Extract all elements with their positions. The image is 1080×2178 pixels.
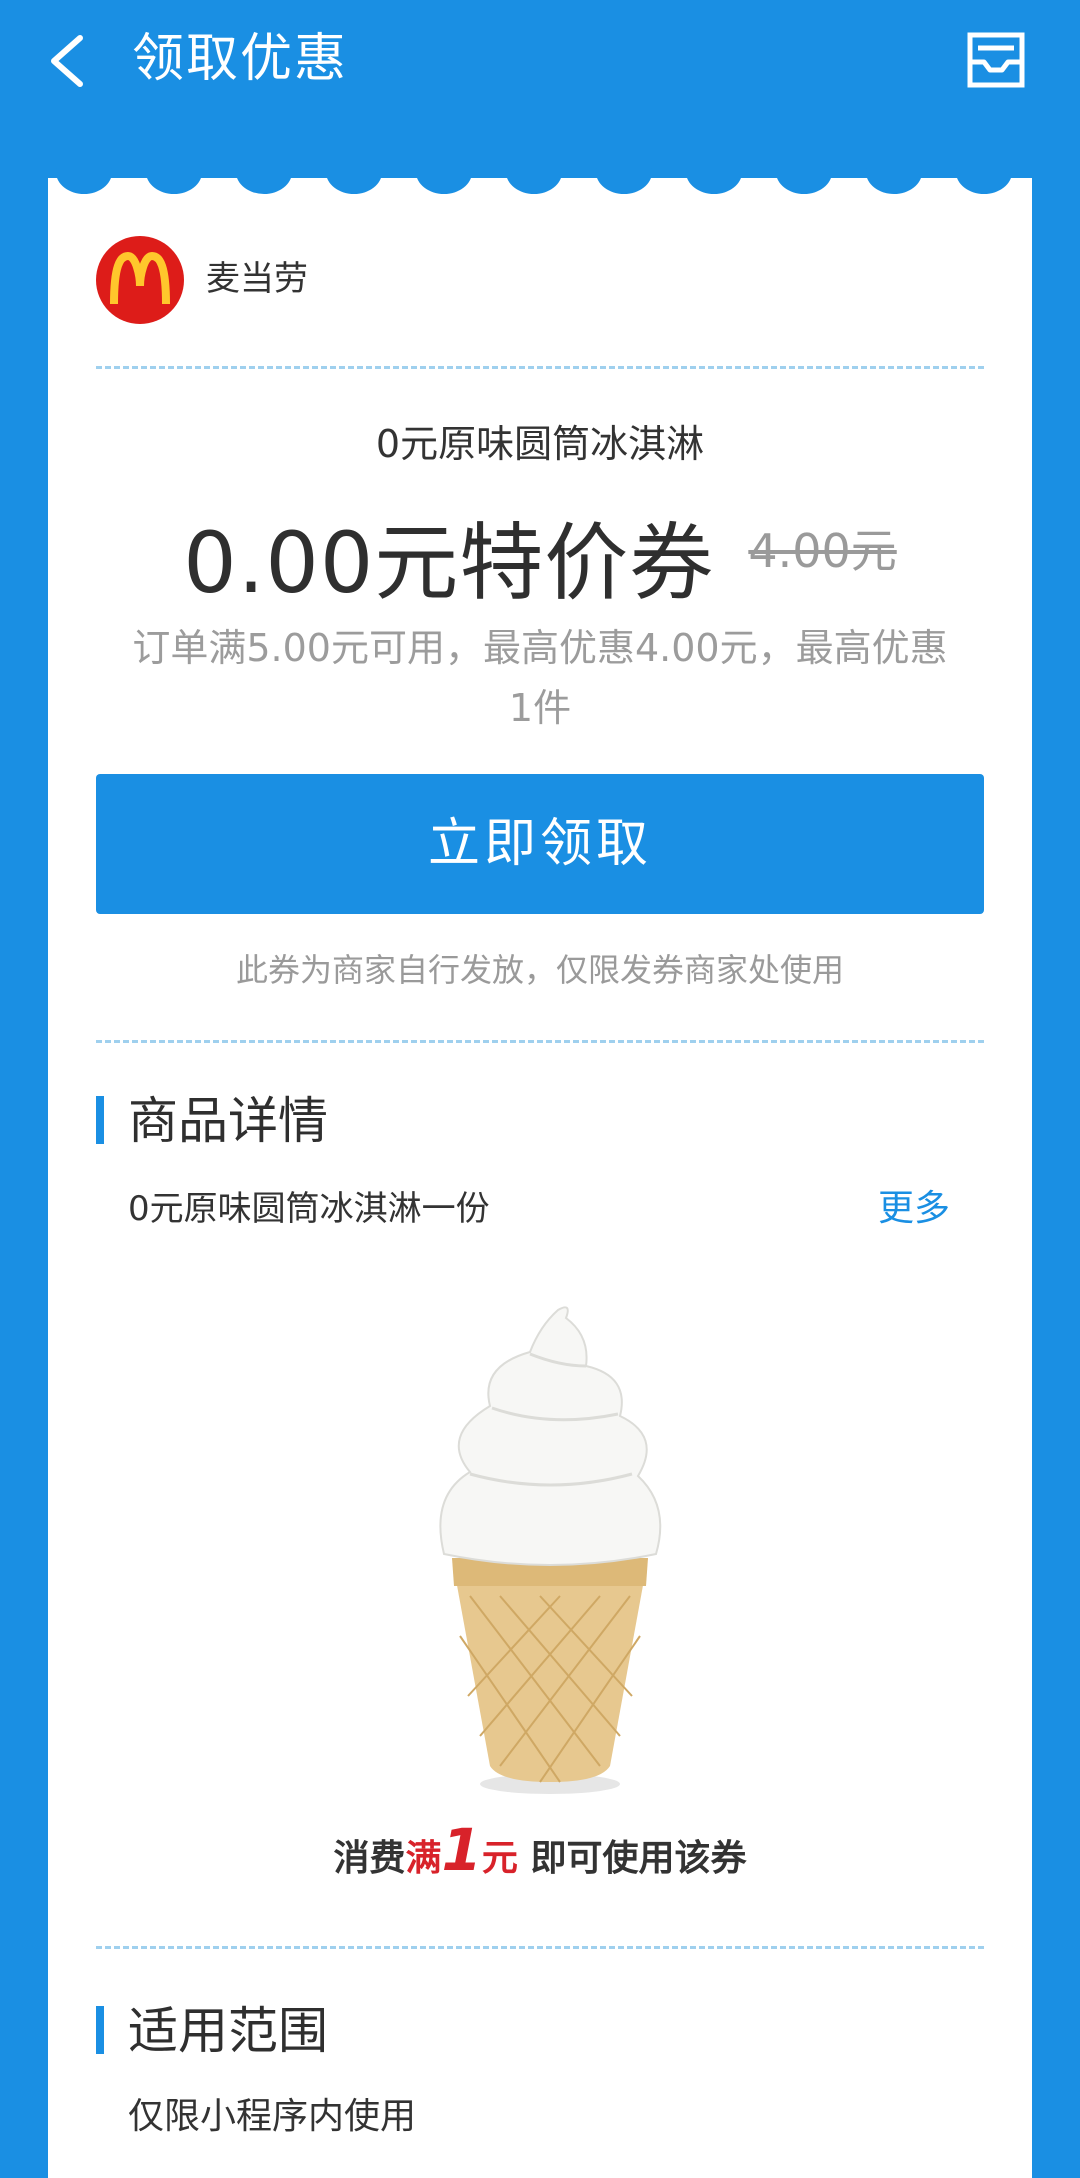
divider xyxy=(96,366,984,369)
inbox-icon xyxy=(967,32,1025,88)
divider xyxy=(96,1040,984,1043)
merchant-name: 麦当劳 xyxy=(206,259,308,299)
promo-amount: 1 xyxy=(441,1816,482,1884)
promo-banner: 消费满1元 即可使用该券 xyxy=(0,1820,1080,1889)
section-title-scope: 适用范围 xyxy=(128,2002,328,2060)
original-price: 4.00元 xyxy=(748,524,897,578)
card-scallop-edge xyxy=(48,168,1032,196)
scope-text: 仅限小程序内使用 xyxy=(128,2096,417,2137)
coupon-note: 此券为商家自行发放，仅限发券商家处使用 xyxy=(235,951,844,989)
section-accent-bar xyxy=(96,2006,104,2054)
divider xyxy=(96,1946,984,1949)
promo-text-2: 满 xyxy=(405,1838,442,1879)
claim-button[interactable]: 立即领取 xyxy=(96,774,984,914)
price-row: 0.00元特价券 4.00元 xyxy=(0,496,1080,617)
promo-text-4: 元 xyxy=(481,1838,518,1879)
coupon-subtitle: 0元原味圆筒冰淇淋 xyxy=(375,422,705,466)
promo-text-5: 即可使用该券 xyxy=(517,1838,747,1879)
page-title: 领取优惠 xyxy=(132,29,349,89)
product-description: 0元原味圆筒冰淇淋一份 xyxy=(128,1189,490,1229)
coupon-price-label: 0.00元特价券 xyxy=(183,514,715,612)
app-header: 领取优惠 xyxy=(0,0,1080,120)
chevron-left-icon xyxy=(51,35,83,87)
more-link[interactable]: 更多 xyxy=(878,1186,950,1232)
section-accent-bar xyxy=(96,1096,104,1144)
section-title-details: 商品详情 xyxy=(128,1092,328,1150)
back-button[interactable] xyxy=(40,26,100,96)
coupon-conditions: 订单满5.00元可用，最高优惠4.00元，最高优惠1件 xyxy=(132,626,948,730)
inbox-button[interactable] xyxy=(964,30,1028,90)
ice-cream-cone-image xyxy=(400,1296,700,1816)
promo-text-1: 消费 xyxy=(333,1838,406,1879)
merchant-logo xyxy=(96,236,184,324)
mcdonalds-logo-icon xyxy=(110,251,170,305)
